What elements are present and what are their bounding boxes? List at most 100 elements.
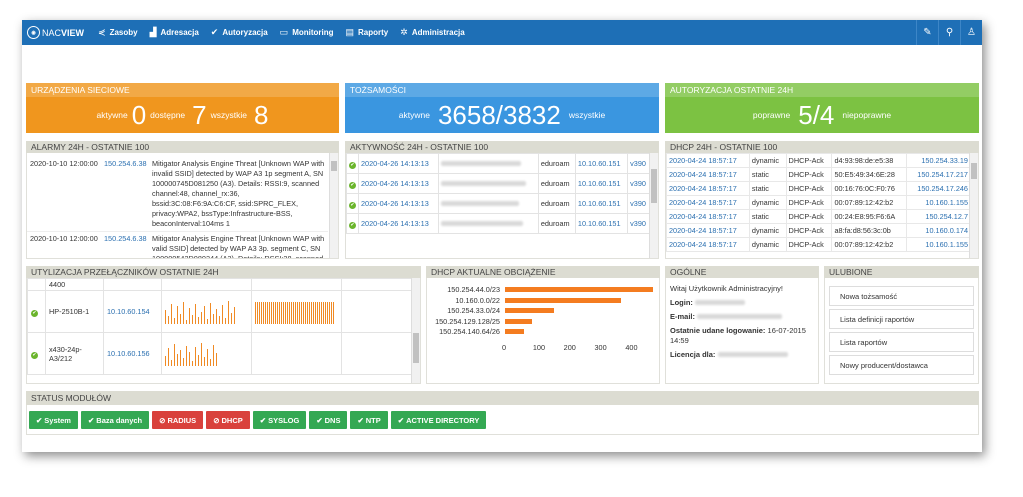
module-dhcp-button[interactable]: ⊘ DHCP — [206, 411, 250, 429]
module-active-directory-button[interactable]: ✔ ACTIVE DIRECTORY — [390, 411, 487, 429]
chart-x-tick: 200 — [563, 342, 576, 352]
dhcp-ip[interactable]: 150.254.12.7 — [906, 209, 971, 224]
module-syslog-button[interactable]: ✔ SYSLOG — [252, 411, 307, 429]
module-dns-button[interactable]: ✔ DNS — [309, 411, 348, 429]
sparkline-bar — [289, 301, 290, 324]
dhcp-ip[interactable]: 10.160.1.155 — [906, 195, 971, 210]
favorite-new-vendor[interactable]: Nowy producent/dostawca — [829, 355, 974, 375]
switch-ip[interactable]: 10.10.60.156 — [103, 332, 162, 375]
activity-row[interactable]: ✔ 2020-04-26 14:13:13 eduroam 10.10.60.1… — [346, 173, 651, 194]
sparkline-bar — [257, 301, 258, 324]
dhcp-time[interactable]: 2020-04-24 18:57:17 — [666, 195, 750, 210]
sparkline-bar — [171, 303, 172, 324]
nav-raporty[interactable]: ▤ Raporty — [346, 27, 389, 38]
dhcp-row[interactable]: 2020-04-24 18:57:17 dynamic DHCP-Ack 00:07:… — [666, 237, 971, 252]
activity-ip[interactable]: 10.10.60.151 — [574, 153, 629, 174]
activity-vlan[interactable]: v390 — [627, 213, 651, 234]
dhcp-time[interactable]: 2020-04-24 18:57:17 — [666, 167, 750, 182]
activity-time[interactable]: 2020-04-26 14:13:13 — [358, 213, 439, 234]
dhcp-ip[interactable]: 150.254.33.19 — [906, 153, 971, 168]
chart-bar[interactable] — [505, 308, 555, 313]
module-ntp-button[interactable]: ✔ NTP — [350, 411, 388, 429]
activity-time[interactable]: 2020-04-26 14:13:13 — [358, 173, 439, 194]
dhcp24-scrollbar[interactable] — [969, 153, 978, 258]
activity-scrollbar[interactable] — [649, 153, 658, 258]
nav-monitoring[interactable]: ▭ Monitoring — [280, 27, 334, 38]
module-baza-danych-button[interactable]: ✔ Baza danych — [80, 411, 150, 429]
dhcp-row[interactable]: 2020-04-24 18:57:17 dynamic DHCP-Ack 00:07:… — [666, 195, 971, 210]
welcome-text: Witaj Użytkownik Administracyjny! — [670, 284, 783, 293]
alarm-ip[interactable]: 150.254.6.38 — [104, 234, 152, 258]
sparkline-bar — [333, 301, 334, 324]
activity-row[interactable]: ✔ 2020-04-26 14:13:13 eduroam 10.10.60.1… — [346, 153, 651, 174]
chart-bar[interactable] — [505, 287, 653, 292]
chart-x-tick: 0 — [502, 342, 507, 352]
chart-icon: ▟ — [149, 27, 157, 37]
share-icon: ⋞ — [98, 27, 106, 37]
chart-bar[interactable] — [505, 297, 621, 303]
alarms-scrollbar[interactable] — [329, 153, 338, 258]
dhcp-ip[interactable]: 150.254.17.217 — [906, 167, 971, 182]
alarm-row[interactable]: 2020-10-10 12:00:00 150.254.6.38 Mitigat… — [27, 232, 328, 258]
module-radius-button[interactable]: ⊘ RADIUS — [152, 411, 204, 429]
logo-icon: ◉ — [27, 26, 40, 39]
alarms-title: ALARMY 24H - OSTATNIE 100 — [26, 141, 339, 153]
notes-icon[interactable]: ✎ — [916, 20, 938, 45]
activity-row[interactable]: ✔ 2020-04-26 14:13:13 eduroam 10.10.60.1… — [346, 213, 651, 234]
dhcp-time[interactable]: 2020-04-24 18:57:17 — [666, 209, 750, 224]
activity-time[interactable]: 2020-04-26 14:13:13 — [358, 193, 439, 214]
sparkline-bar — [216, 352, 217, 366]
activity-vlan[interactable]: v390 — [627, 193, 651, 214]
alarm-ip[interactable]: 150.254.6.38 — [104, 159, 152, 229]
chart-x-tick: 400 — [625, 342, 638, 352]
activity-ip[interactable]: 10.10.60.151 — [574, 213, 629, 234]
active-count: 0 — [131, 99, 147, 130]
favorites-panel: ULUBIONE Nowa tożsamość Lista definicji … — [824, 266, 979, 384]
activity-vlan[interactable]: v390 — [627, 173, 651, 194]
utilization-sparkline — [255, 300, 338, 324]
nav-zasoby[interactable]: ⋞ Zasoby — [98, 27, 138, 38]
all-count: 8 — [254, 99, 269, 130]
activity-ip[interactable]: 10.10.60.151 — [574, 173, 629, 194]
sparkline-bar — [198, 316, 199, 324]
dhcp-ip[interactable]: 10.160.1.155 — [906, 237, 971, 252]
nav-administracja[interactable]: ✲ Administracja — [400, 27, 464, 38]
switch-row[interactable]: ✔ HP-2510B-1 10.10.60.154 — [27, 290, 412, 333]
search-icon[interactable]: ⚲ — [938, 20, 960, 45]
check-icon: ✔ — [36, 415, 43, 425]
activity-time[interactable]: 2020-04-26 14:13:13 — [358, 153, 439, 174]
favorite-report-definitions[interactable]: Lista definicji raportów — [829, 309, 974, 329]
dhcp-time[interactable]: 2020-04-24 18:57:17 — [666, 153, 750, 168]
switch-row[interactable]: ✔ x430-24p-A3/212 10.10.60.156 — [27, 332, 412, 375]
sparkline-bar — [285, 301, 286, 324]
dhcp-mac: 00:07:89:12:42:b2 — [831, 195, 908, 210]
user-icon[interactable]: ♙ — [960, 20, 982, 45]
nav-label: Autoryzacja — [222, 28, 268, 37]
dhcp-row[interactable]: 2020-04-24 18:57:17 static DHCP-Ack 50:E5:4… — [666, 167, 971, 182]
switch-ip[interactable]: 10.10.60.154 — [103, 290, 162, 333]
dhcp-row[interactable]: 2020-04-24 18:57:17 static DHCP-Ack 00:16:7… — [666, 181, 971, 196]
favorite-reports[interactable]: Lista raportów — [829, 332, 974, 352]
module-system-button[interactable]: ✔ System — [29, 411, 78, 429]
dhcp-row[interactable]: 2020-04-24 18:57:17 dynamic DHCP-Ack d4:93:… — [666, 153, 971, 168]
nav-autoryzacja[interactable]: ✔ Autoryzacja — [211, 27, 268, 38]
dhcp-ip[interactable]: 150.254.17.246 — [906, 181, 971, 196]
sparkline-bar — [183, 357, 184, 366]
favorite-new-identity[interactable]: Nowa tożsamość — [829, 286, 974, 306]
nav-adresacja[interactable]: ▟ Adresacja — [150, 27, 199, 38]
dhcp-row[interactable]: 2020-04-24 18:57:17 static DHCP-Ack 00:24:E… — [666, 209, 971, 224]
dhcp-time[interactable]: 2020-04-24 18:57:17 — [666, 223, 750, 238]
ok-icon: ✔ — [31, 309, 38, 317]
dhcp-row[interactable]: 2020-04-24 18:57:17 dynamic DHCP-Ack a8:fa:… — [666, 223, 971, 238]
activity-vlan[interactable]: v390 — [627, 153, 651, 174]
dhcp-time[interactable]: 2020-04-24 18:57:17 — [666, 181, 750, 196]
dhcp-time[interactable]: 2020-04-24 18:57:17 — [666, 237, 750, 252]
dhcp-ip[interactable]: 10.160.0.174 — [906, 223, 971, 238]
alarm-row[interactable]: 2020-10-10 12:00:00 150.254.6.38 Mitigat… — [27, 157, 328, 232]
activity-row[interactable]: ✔ 2020-04-26 14:13:13 eduroam 10.10.60.1… — [346, 193, 651, 214]
activity-ip[interactable]: 10.10.60.151 — [574, 193, 629, 214]
chart-bar[interactable] — [505, 329, 525, 334]
chart-bar[interactable] — [505, 318, 533, 324]
brand-logo[interactable]: ◉ NAC VIEW — [27, 26, 84, 39]
switches-scrollbar[interactable] — [411, 278, 420, 383]
